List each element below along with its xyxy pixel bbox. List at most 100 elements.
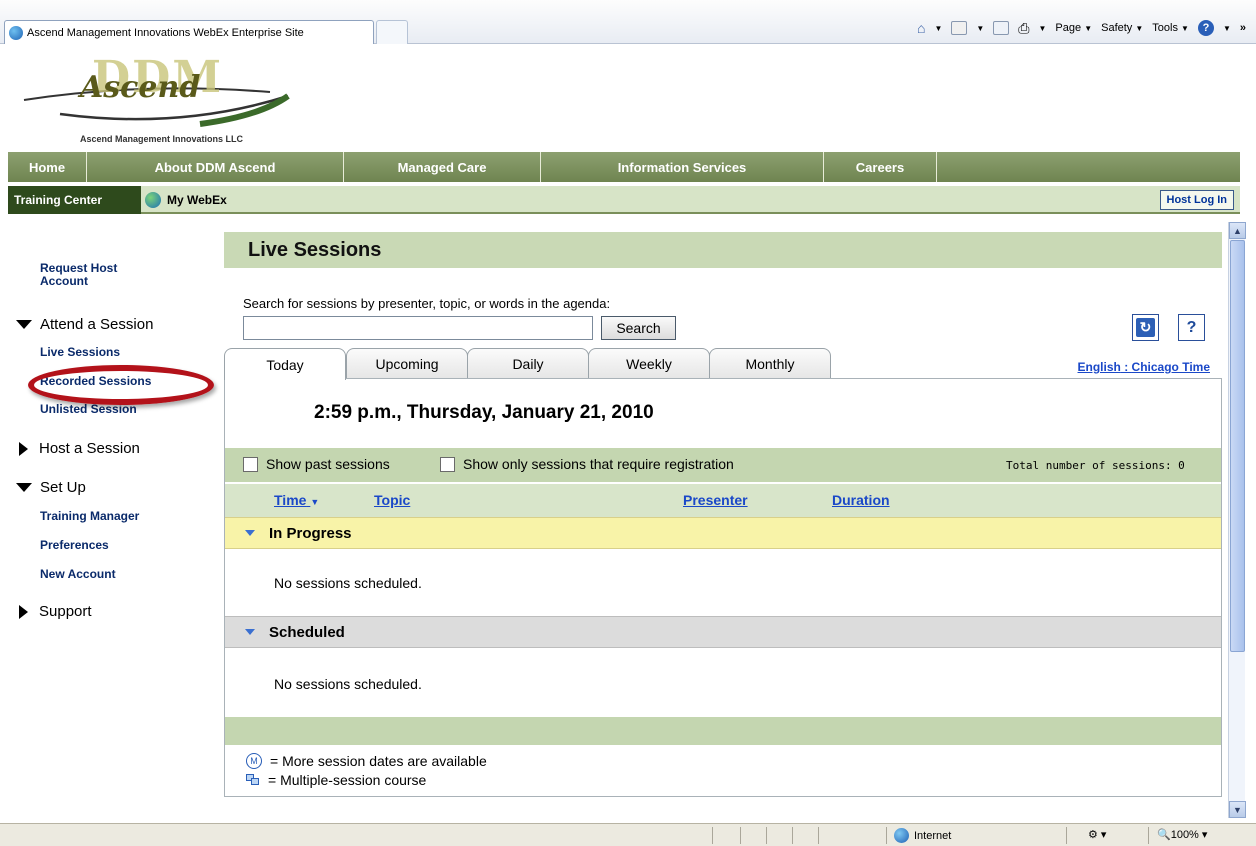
security-zone-label: Internet (914, 829, 952, 842)
search-button[interactable]: Search (601, 316, 676, 340)
column-header-presenter[interactable]: Presenter (683, 492, 748, 508)
sidebar-setup[interactable]: Set Up (16, 479, 86, 496)
internet-zone-icon (894, 828, 909, 843)
feeds-dropdown-icon[interactable]: ▼ (976, 24, 984, 33)
sidebar-support-label: Support (39, 603, 92, 620)
vertical-scrollbar[interactable]: ▲ ▼ (1228, 222, 1246, 818)
zoom-control[interactable]: 🔍100% ▾ (1157, 828, 1207, 841)
search-input[interactable] (243, 316, 593, 340)
expanded-arrow-icon (16, 320, 32, 329)
collapsed-arrow-icon (19, 604, 28, 619)
column-header-topic[interactable]: Topic (374, 492, 410, 508)
scroll-down-icon[interactable]: ▼ (1229, 801, 1246, 818)
nav-information-services[interactable]: Information Services (541, 152, 824, 182)
my-webex-label: My WebEx (167, 193, 227, 207)
chevron-more-icon[interactable]: » (1240, 22, 1246, 34)
group-collapse-icon (245, 530, 255, 536)
language-timezone-link[interactable]: English : Chicago Time (1078, 360, 1210, 374)
home-icon[interactable]: ⌂ (917, 20, 925, 36)
page-menu[interactable]: Page ▼ (1055, 22, 1092, 34)
show-registration-checkbox[interactable] (440, 456, 455, 472)
help-icon[interactable]: ? (1197, 20, 1214, 36)
sidebar-support[interactable]: Support (16, 603, 92, 620)
sidebar-live-sessions[interactable]: Live Sessions (40, 345, 120, 359)
collapsed-arrow-icon (19, 441, 28, 456)
group-in-progress[interactable]: In Progress (225, 517, 1221, 549)
search-label: Search for sessions by presenter, topic,… (243, 296, 611, 311)
column-header-time[interactable]: Time ▼ (274, 492, 319, 508)
scroll-up-icon[interactable]: ▲ (1229, 222, 1246, 239)
sidebar-attend-session[interactable]: Attend a Session (16, 316, 153, 333)
refresh-icon: ↻ (1136, 318, 1155, 337)
nav-about[interactable]: About DDM Ascend (87, 152, 344, 182)
protected-mode-icon[interactable]: ⚙ ▾ (1088, 828, 1106, 841)
group-collapse-icon (245, 629, 255, 635)
sidebar-training-manager[interactable]: Training Manager (40, 509, 139, 523)
tools-menu[interactable]: Tools ▼ (1152, 22, 1189, 34)
sidebar-request-host-account[interactable]: Request Host Account (40, 262, 160, 288)
language-link[interactable]: English (1078, 360, 1121, 374)
legend-more-dates-label: = More session dates are available (270, 753, 487, 769)
company-logo[interactable]: DDM Ascend Ascend Management Innovations… (20, 52, 290, 146)
sidebar-setup-label: Set Up (40, 479, 86, 496)
legend-multi-session: = Multiple-session course (246, 772, 426, 788)
annotation-highlight-ellipse (28, 365, 214, 405)
new-tab-button[interactable] (376, 20, 408, 44)
tab-monthly[interactable]: Monthly (709, 348, 831, 378)
tab-training-center[interactable]: Training Center (8, 186, 141, 214)
sessions-footer-bar (225, 717, 1221, 745)
tab-today[interactable]: Today (224, 348, 346, 380)
sort-arrow-icon: ▼ (310, 497, 320, 507)
language-separator: : (1120, 360, 1132, 374)
show-registration-option[interactable]: Show only sessions that require registra… (440, 456, 734, 472)
help-button[interactable]: ? (1178, 314, 1205, 341)
print-dropdown-icon[interactable]: ▼ (1039, 24, 1047, 33)
legend-multi-session-label: = Multiple-session course (268, 772, 427, 788)
webex-globe-icon (145, 192, 161, 208)
nav-managed-care[interactable]: Managed Care (344, 152, 541, 182)
expanded-arrow-icon (16, 483, 32, 492)
column-header-duration[interactable]: Duration (832, 492, 890, 508)
sidebar-preferences[interactable]: Preferences (40, 538, 109, 552)
print-icon[interactable]: ⎙ (1018, 20, 1029, 37)
ie-page-icon (9, 25, 23, 40)
show-past-sessions-option[interactable]: Show past sessions (243, 456, 390, 472)
sub-navigation: Training Center My WebEx Host Log In (8, 186, 1240, 214)
tab-upcoming[interactable]: Upcoming (346, 348, 468, 378)
tab-my-webex[interactable]: My WebEx (145, 186, 227, 214)
show-past-sessions-label: Show past sessions (266, 456, 390, 472)
timezone-link[interactable]: Chicago Time (1132, 360, 1210, 374)
help-dropdown-icon[interactable]: ▼ (1223, 24, 1231, 33)
nav-home[interactable]: Home (8, 152, 87, 182)
total-sessions-count: Total number of sessions: 0 (1006, 459, 1185, 472)
mail-icon[interactable] (993, 21, 1010, 35)
group-in-progress-label: In Progress (269, 524, 352, 542)
scheduled-empty-message: No sessions scheduled. (274, 676, 422, 692)
safety-menu[interactable]: Safety ▼ (1101, 22, 1143, 34)
browser-tab-title: Ascend Management Innovations WebEx Ente… (27, 26, 304, 39)
logo-wordmark: Ascend (80, 70, 201, 105)
current-datetime: 2:59 p.m., Thursday, January 21, 2010 (314, 402, 654, 423)
group-scheduled[interactable]: Scheduled (225, 616, 1221, 648)
sidebar-host-session[interactable]: Host a Session (16, 440, 140, 457)
logo-company-name: Ascend Management Innovations LLC (80, 134, 244, 144)
tab-weekly[interactable]: Weekly (588, 348, 710, 378)
host-login-button[interactable]: Host Log In (1159, 190, 1234, 210)
sidebar-attend-label: Attend a Session (40, 316, 154, 333)
feeds-icon[interactable] (951, 21, 968, 35)
browser-tab[interactable]: Ascend Management Innovations WebEx Ente… (4, 20, 374, 44)
show-past-sessions-checkbox[interactable] (243, 456, 258, 472)
nav-careers[interactable]: Careers (824, 152, 937, 182)
security-zone[interactable]: Internet (894, 828, 951, 843)
show-registration-label: Show only sessions that require registra… (463, 456, 734, 472)
scrollbar-thumb[interactable] (1230, 240, 1245, 652)
group-scheduled-label: Scheduled (269, 623, 345, 641)
tab-daily[interactable]: Daily (467, 348, 589, 378)
refresh-button[interactable]: ↻ (1132, 314, 1159, 341)
sidebar-host-label: Host a Session (39, 440, 140, 457)
status-bar: Internet ⚙ ▾ 🔍100% ▾ (0, 823, 1256, 846)
sidebar-new-account[interactable]: New Account (40, 567, 116, 581)
command-bar: ⌂ ▼ ▼ ⎙ ▼ Page ▼ Safety ▼ Tools ▼ ? ▼ » (917, 18, 1246, 38)
more-dates-icon: M (246, 753, 262, 769)
home-dropdown-icon[interactable]: ▼ (934, 24, 942, 33)
